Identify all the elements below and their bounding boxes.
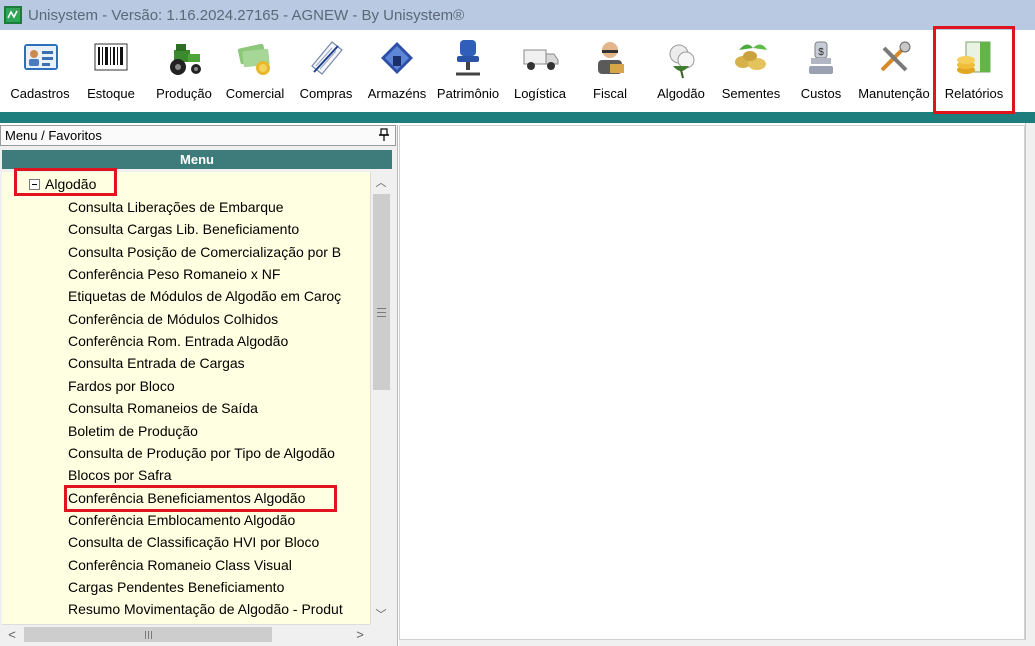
tree-node-algodao[interactable]: Algodão (29, 176, 96, 192)
toolbar-label: Comercial (225, 86, 285, 101)
scrollbar-thumb[interactable] (24, 627, 272, 642)
toolbar-label: Compras (299, 86, 353, 101)
toolbar-label: Produção (156, 86, 212, 101)
grip-icon (377, 308, 386, 317)
menu-item[interactable]: Conferência de Módulos Colhidos (68, 311, 278, 327)
toolbar-compras-button[interactable]: Compras (294, 34, 358, 110)
cost-icon: $ (809, 41, 833, 74)
reports-icon (957, 41, 991, 74)
menu-item[interactable]: Consulta Posição de Comercialização por … (68, 244, 341, 260)
truck-icon (523, 49, 559, 70)
toolbar-label: Patrimônio (436, 86, 500, 101)
pen-paper-icon (311, 41, 343, 75)
menu-item[interactable]: Consulta Entrada de Cargas (68, 355, 245, 371)
menu-tree: Algodão Consulta Liberações de Embarque C… (2, 172, 370, 624)
menu-item[interactable]: Consulta Cargas Lib. Beneficiamento (68, 221, 299, 237)
main-content-area (399, 125, 1025, 640)
money-icon (237, 43, 270, 75)
toolbar-manutencao-button[interactable]: Manutenção (854, 34, 934, 110)
toolbar-comercial-button[interactable]: Comercial (222, 34, 288, 110)
warehouse-icon (381, 42, 413, 74)
toolbar-logistica-button[interactable]: Logística (508, 34, 572, 110)
toolbar-estoque-button[interactable]: Estoque (80, 34, 142, 110)
app-logo-icon (4, 6, 22, 24)
barcode-icon (94, 43, 128, 71)
menu-item[interactable]: Conferência Beneficiamentos Algodão (68, 490, 305, 506)
cotton-icon (669, 44, 695, 79)
title-bar: Unisystem - Versão: 1.16.2024.27165 - AG… (0, 0, 1035, 30)
scroll-down-arrow-icon[interactable]: ﹀ (371, 604, 391, 624)
horizontal-scrollbar[interactable]: < > (2, 624, 370, 644)
toolbar-relatorios-button[interactable]: Relatórios (937, 34, 1011, 110)
toolbar-label: Fiscal (593, 86, 627, 101)
menu-item[interactable]: Consulta Romaneios de Saída (68, 400, 258, 416)
menu-item[interactable]: Conferência Romaneio Class Visual (68, 557, 292, 573)
tree-node-label: Algodão (45, 176, 97, 192)
toolbar-label: Custos (800, 86, 842, 101)
menu-item[interactable]: Etiquetas de Módulos de Algodão em Caroç (68, 288, 341, 304)
menu-item[interactable]: Conferência Peso Romaneio x NF (68, 266, 280, 282)
menu-item[interactable]: Conferência Emblocamento Algodão (68, 512, 295, 528)
menu-item[interactable]: Cargas Pendentes Beneficiamento (68, 579, 284, 595)
panel-header: Menu / Favoritos (0, 125, 396, 146)
toolbar-algodao-button[interactable]: Algodão (650, 34, 712, 110)
toolbar-label: Logística (513, 86, 567, 101)
menu-item[interactable]: Fardos por Bloco (68, 378, 175, 394)
toolbar-label: Armazéns (367, 86, 427, 101)
toolbar-label: Cadastros (10, 86, 70, 101)
toolbar-cadastros-button[interactable]: Cadastros (8, 34, 72, 110)
scrollbar-thumb[interactable] (373, 194, 390, 390)
menu-item[interactable]: Consulta de Classificação HVI por Bloco (68, 534, 319, 550)
menu-item[interactable]: Boletim de Produção (68, 423, 198, 439)
svg-text:$: $ (818, 47, 824, 58)
tools-icon (880, 41, 911, 72)
main-toolbar: Cadastros Estoque Produção Comercial Com… (0, 30, 1035, 112)
scrollbar-corner (370, 624, 391, 644)
tractor-icon (170, 44, 201, 75)
toolbar-label: Estoque (87, 86, 135, 101)
pin-icon[interactable] (379, 128, 389, 142)
window-edge (399, 640, 1035, 646)
vertical-scrollbar[interactable]: ︿ ﹀ (370, 172, 391, 624)
toolbar-sementes-button[interactable]: Sementes (716, 34, 786, 110)
scroll-up-arrow-icon[interactable]: ︿ (371, 172, 391, 192)
toolbar-divider (0, 112, 1035, 123)
grip-icon (144, 630, 152, 639)
menu-item[interactable]: Resumo Movimentação de Algodão - Produt (68, 601, 343, 617)
toolbar-producao-button[interactable]: Produção (150, 34, 218, 110)
toolbar-label: Sementes (721, 86, 781, 101)
scroll-right-arrow-icon[interactable]: > (350, 625, 370, 644)
id-card-icon (24, 44, 58, 70)
toolbar-patrimonio-button[interactable]: Patrimônio (434, 34, 502, 110)
toolbar-label: Algodão (657, 86, 705, 101)
toolbar-fiscal-button[interactable]: Fiscal (580, 34, 640, 110)
window-edge (1025, 123, 1035, 646)
menu-item[interactable]: Consulta Liberações de Embarque (68, 199, 284, 215)
chair-icon (456, 40, 480, 76)
menu-title: Menu (2, 150, 392, 169)
seeds-icon (735, 44, 767, 70)
window-title: Unisystem - Versão: 1.16.2024.27165 - AG… (28, 6, 465, 24)
scroll-left-arrow-icon[interactable]: < (2, 625, 22, 644)
inspector-icon (598, 42, 624, 74)
toolbar-armazens-button[interactable]: Armazéns (364, 34, 430, 110)
menu-item[interactable]: Blocos por Safra (68, 467, 172, 483)
collapse-icon[interactable] (29, 178, 40, 190)
toolbar-label: Manutenção (858, 86, 930, 101)
menu-item[interactable]: Conferência Rom. Entrada Algodão (68, 333, 288, 349)
menu-panel: Menu / Favoritos Menu Algodão Consulta L… (0, 125, 398, 646)
menu-item[interactable]: Consulta de Produção por Tipo de Algodão (68, 445, 335, 461)
toolbar-label: Relatórios (944, 86, 1004, 101)
panel-header-label: Menu / Favoritos (5, 128, 102, 143)
toolbar-custos-button[interactable]: $ Custos (794, 34, 848, 110)
